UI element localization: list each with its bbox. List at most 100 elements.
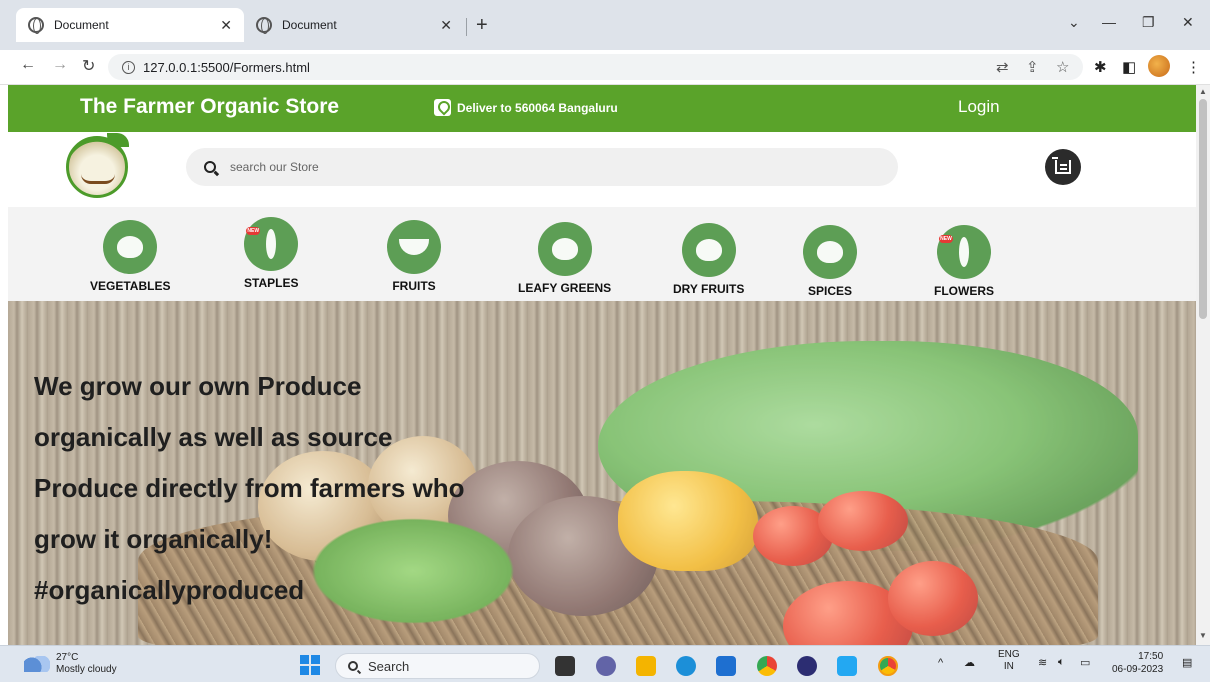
translate-icon[interactable]: ⇄ [996, 58, 1009, 76]
browser-toolbar: ← → ↻ i 127.0.0.1:5500/Formers.html ⇄ ⇪ … [0, 50, 1210, 85]
category-label: LEAFY GREENS [518, 281, 612, 295]
taskbar-search[interactable]: Search [335, 653, 540, 679]
onedrive-cloud-icon[interactable]: ☁ [964, 656, 975, 669]
wheat-icon: NEW [244, 217, 299, 271]
site-header: The Farmer Organic Store Deliver to 5600… [8, 85, 1196, 132]
hero-banner: We grow our own Produce organically as w… [8, 301, 1196, 645]
scroll-down-arrow-icon[interactable]: ▼ [1199, 631, 1207, 640]
back-arrow-icon[interactable]: ← [20, 56, 36, 74]
taskbar-search-label: Search [368, 658, 410, 674]
category-label: FLOWERS [934, 284, 994, 298]
extensions-icon[interactable]: ✱ [1094, 58, 1107, 76]
tab-title: Document [282, 18, 337, 32]
share-icon[interactable]: ⇪ [1026, 58, 1039, 76]
tab-separator [466, 18, 467, 36]
store-logo[interactable] [66, 133, 129, 198]
chevron-down-icon[interactable]: ⌄ [1068, 14, 1080, 31]
info-icon[interactable]: i [122, 60, 135, 74]
category-fruits[interactable]: FRUITS [387, 220, 441, 293]
task-view-icon[interactable] [555, 656, 575, 676]
bookmark-star-icon[interactable]: ☆ [1056, 58, 1069, 76]
category-staples[interactable]: NEW STAPLES [244, 217, 298, 290]
new-tab-button[interactable]: + [476, 14, 488, 37]
category-label: FRUITS [392, 279, 436, 293]
hero-line: grow it organically! [34, 524, 273, 554]
hero-line: organically as well as source [34, 422, 393, 452]
site-title: The Farmer Organic Store [80, 95, 340, 118]
cart-icon [1052, 157, 1071, 174]
clock-date: 06-09-2023 [1112, 664, 1164, 675]
browser-tab-strip: Document ✕ Document ✕ + ⌄ — ❐ ✕ [0, 0, 1210, 50]
store-icon[interactable] [716, 656, 736, 676]
search-input[interactable] [230, 160, 830, 174]
edge-browser-icon[interactable] [676, 656, 696, 676]
weather-temp: 27°C [56, 652, 79, 663]
deliver-location[interactable]: Deliver to 560064 Bangaluru [434, 99, 618, 116]
chrome-icon[interactable] [757, 656, 777, 676]
eclipse-icon[interactable] [797, 656, 817, 676]
tab-title: Document [54, 18, 109, 32]
weather-widget[interactable]: 27°C Mostly cloudy [24, 652, 117, 676]
language-code: ENG [998, 649, 1020, 660]
window-close-button[interactable]: ✕ [1182, 14, 1194, 31]
chat-icon[interactable] [596, 656, 616, 676]
chevron-up-icon[interactable]: ^ [938, 657, 943, 669]
file-explorer-icon[interactable] [636, 656, 656, 676]
url-text: 127.0.0.1:5500/Formers.html [143, 59, 310, 75]
location-pin-icon [434, 99, 451, 116]
scroll-thumb[interactable] [1199, 99, 1207, 319]
address-bar[interactable]: i 127.0.0.1:5500/Formers.html [108, 54, 1083, 80]
category-label: STAPLES [244, 276, 299, 290]
menu-kebab-icon[interactable]: ⋮ [1186, 58, 1201, 76]
globe-icon [256, 17, 272, 34]
category-vegetables[interactable]: VEGETABLES [90, 220, 170, 293]
fruit-bowl-icon [387, 220, 441, 274]
cloud-icon [24, 656, 50, 672]
search-icon [348, 661, 358, 671]
profile-avatar[interactable] [1148, 55, 1170, 77]
vscode-icon[interactable] [837, 656, 857, 676]
browser-tab-1[interactable]: Document ✕ [16, 8, 244, 42]
new-badge: NEW [939, 235, 953, 243]
chrome-profile-icon[interactable] [878, 656, 898, 676]
close-icon[interactable]: ✕ [220, 17, 232, 34]
page-scrollbar[interactable]: ▲ ▼ [1196, 85, 1210, 645]
language-indicator[interactable]: ENG IN [998, 649, 1020, 673]
wifi-icon[interactable]: ≋ [1038, 656, 1047, 669]
clock-time: 17:50 [1138, 651, 1164, 662]
category-dry-fruits[interactable]: DRY FRUITS [673, 223, 744, 296]
category-spices[interactable]: SPICES [803, 225, 857, 298]
minimize-button[interactable]: — [1102, 14, 1116, 30]
volume-icon[interactable]: 🔈︎ [1058, 656, 1065, 669]
battery-icon[interactable]: ▭ [1080, 656, 1090, 669]
category-leafy-greens[interactable]: LEAFY GREENS [518, 222, 611, 295]
taskbar: 27°C Mostly cloudy Search ^ ☁ ENG IN ≋ 🔈… [0, 645, 1210, 682]
hero-line: We grow our own Produce [34, 371, 362, 401]
vegetables-icon [103, 220, 158, 274]
dry-fruits-icon [681, 223, 736, 277]
login-link[interactable]: Login [958, 97, 1000, 117]
reload-icon[interactable]: ↻ [82, 56, 95, 76]
restore-button[interactable]: ❐ [1142, 14, 1155, 31]
category-label: DRY FRUITS [673, 282, 745, 296]
region-code: IN [1003, 661, 1014, 672]
close-icon[interactable]: ✕ [440, 17, 452, 34]
browser-tab-2[interactable]: Document ✕ [244, 8, 464, 42]
forward-arrow-icon[interactable]: → [52, 56, 68, 74]
new-badge: NEW [246, 227, 261, 235]
scroll-up-arrow-icon[interactable]: ▲ [1199, 87, 1207, 96]
windows-start-icon[interactable] [300, 655, 320, 675]
category-label: VEGETABLES [90, 279, 171, 293]
cart-button[interactable] [1045, 149, 1081, 185]
weather-desc: Mostly cloudy [56, 664, 117, 675]
search-bar[interactable] [186, 148, 898, 186]
search-icon[interactable] [204, 161, 216, 173]
category-flowers[interactable]: NEW FLOWERS [934, 225, 994, 298]
category-bar: VEGETABLES NEW STAPLES FRUITS LEAFY GREE… [8, 207, 1196, 301]
leafy-greens-icon [537, 222, 592, 276]
side-panel-icon[interactable]: ◧ [1122, 58, 1136, 76]
system-clock[interactable]: 17:50 06-09-2023 [1112, 650, 1163, 676]
hero-tagline: We grow our own Produce organically as w… [34, 361, 574, 616]
notification-icon[interactable]: ▤ [1182, 656, 1192, 669]
category-label: SPICES [807, 284, 852, 298]
